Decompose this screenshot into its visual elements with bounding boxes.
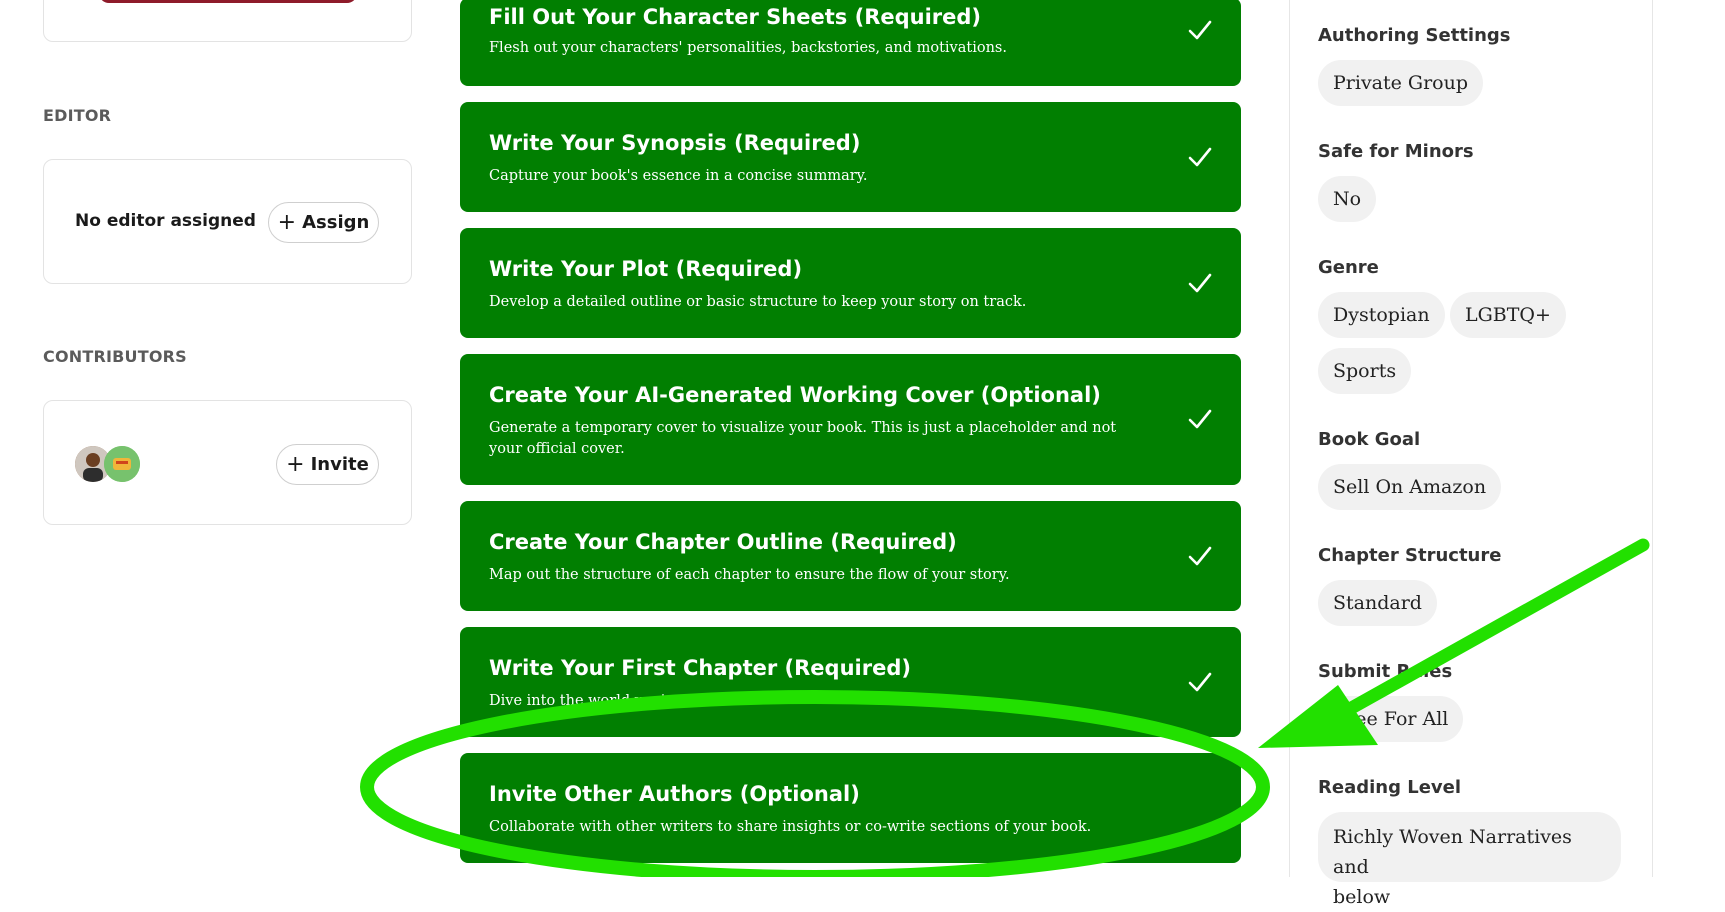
task-title: Invite Other Authors (Optional) [489,782,860,806]
task-card[interactable]: Write Your Synopsis (Required) Capture y… [460,102,1241,212]
checkmark-icon [1188,672,1212,692]
task-description: Develop a detailed outline or basic stru… [489,294,1027,310]
task-card[interactable]: Fill Out Your Character Sheets (Required… [460,0,1241,86]
contributors-section-label: CONTRIBUTORS [43,347,187,366]
invite-button-label: Invite [310,454,369,475]
checkmark-icon [1188,546,1212,566]
genre-label: Genre [1318,257,1379,278]
task-title: Write Your Synopsis (Required) [489,131,861,155]
arrow-shaft [1323,538,1650,727]
checkmark-icon [1188,273,1212,293]
reading-level-label: Reading Level [1318,777,1462,798]
genre-chip: LGBTQ+ [1450,292,1566,338]
task-card[interactable]: Write Your First Chapter (Required) Dive… [460,627,1241,737]
contributor-avatar-2[interactable] [104,446,140,482]
checkmark-icon [1188,20,1212,40]
authoring-settings-chip: Private Group [1318,60,1484,106]
checkmark-icon [1188,147,1212,167]
task-title: Write Your First Chapter (Required) [489,656,911,680]
top-card-button-edge[interactable] [99,0,357,3]
reading-level-line: Richly Woven Narratives and [1333,826,1572,878]
editor-section-label: EDITOR [43,106,112,125]
top-card [43,0,412,42]
settings-panel-border [1289,0,1290,877]
reading-level-line: below [1333,886,1391,908]
task-description: Collaborate with other writers to share … [489,819,1092,835]
task-description: Generate a temporary cover to visualize … [489,420,1117,457]
book-goal-label: Book Goal [1318,429,1421,450]
submit-rules-chip: Free For All [1318,696,1464,742]
safe-for-minors-chip: No [1318,176,1377,222]
plus-icon: + [277,209,297,235]
editor-status: No editor assigned [75,211,256,231]
checkmark-icon [1188,409,1212,429]
safe-for-minors-label: Safe for Minors [1318,141,1474,162]
task-description: Dive into the world you've created [489,693,743,709]
contributors-card: + Invite [43,400,412,525]
reading-level-chip: Richly Woven Narratives and below [1318,812,1621,908]
genre-chip: Sports [1318,348,1412,394]
task-title: Create Your AI-Generated Working Cover (… [489,383,1101,407]
task-card[interactable]: Create Your AI-Generated Working Cover (… [460,354,1241,485]
invite-contributor-button[interactable]: + Invite [276,444,379,485]
task-title: Write Your Plot (Required) [489,257,803,281]
submit-rules-label: Submit Rules [1318,661,1453,682]
authoring-settings-label: Authoring Settings [1318,25,1511,46]
task-description: Flesh out your characters' personalities… [489,40,1007,56]
task-card[interactable]: Create Your Chapter Outline (Required) M… [460,501,1241,611]
assign-button-label: Assign [302,212,370,233]
task-title: Fill Out Your Character Sheets (Required… [489,5,982,29]
settings-panel-border [1652,0,1653,877]
genre-chip: Dystopian [1318,292,1445,338]
task-description: Map out the structure of each chapter to… [489,567,1010,583]
chapter-structure-label: Chapter Structure [1318,545,1502,566]
task-card[interactable]: Write Your Plot (Required) Develop a det… [460,228,1241,338]
editor-card: No editor assigned + Assign [43,159,412,284]
book-goal-chip: Sell On Amazon [1318,464,1502,510]
task-card[interactable]: Invite Other Authors (Optional) Collabor… [460,753,1241,863]
chapter-structure-chip: Standard [1318,580,1437,626]
task-title: Create Your Chapter Outline (Required) [489,530,957,554]
assign-editor-button[interactable]: + Assign [268,202,379,243]
plus-icon: + [286,451,305,477]
task-description: Capture your book's essence in a concise… [489,168,868,184]
